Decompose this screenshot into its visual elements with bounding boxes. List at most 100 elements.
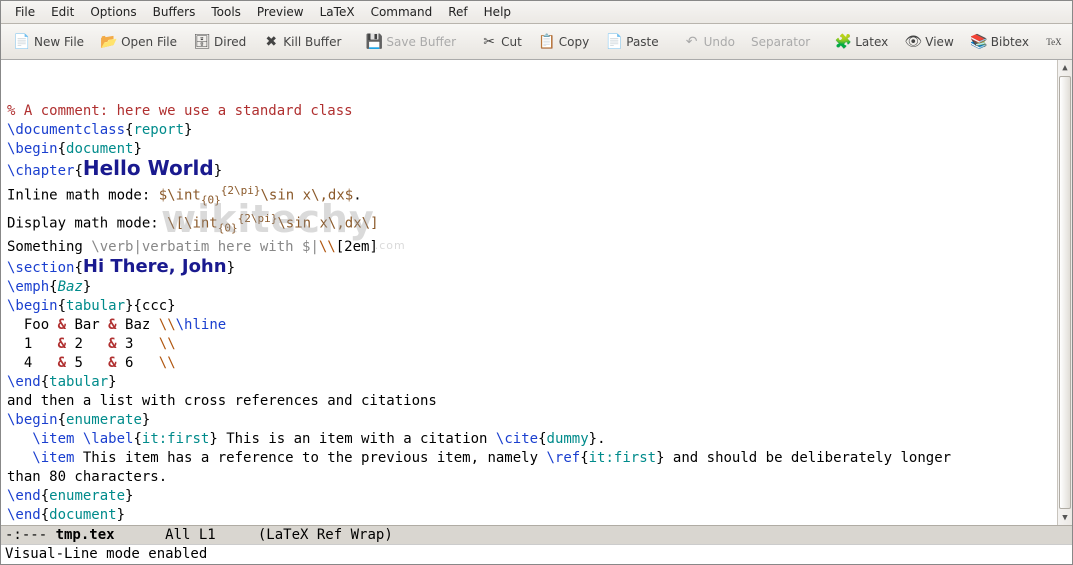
code-text: 4 [7,355,58,371]
menu-latex[interactable]: LaTeX [312,3,363,21]
new-file-button[interactable]: 📄New File [7,29,90,55]
code-text: . [353,188,361,204]
code-kw: \begin [7,141,58,157]
view-icon: 👁 [904,33,922,51]
tex-icon: TeX [1045,33,1063,51]
bibtex-icon: 📚 [970,33,988,51]
menu-command[interactable]: Command [363,3,441,21]
tex-button[interactable]: TeX [1039,29,1069,55]
code-emph: Baz [58,279,83,295]
scroll-thumb[interactable] [1059,76,1071,509]
undo-icon: ↶ [683,33,701,51]
chapter-title: Hello World [83,156,214,180]
code-text: This is an item with a citation [218,431,496,447]
code-kw: \section [7,260,74,276]
code-arg: dummy [547,431,589,447]
dired-icon: 🗄 [193,33,211,51]
code-arg: enumerate [49,488,125,504]
code-text: and should be deliberately longer [665,450,952,466]
view-button[interactable]: 👁View [898,29,959,55]
code-amp: & [108,355,116,371]
menu-preview[interactable]: Preview [249,3,312,21]
code-kw: \hline [176,317,227,333]
menu-buffers[interactable]: Buffers [145,3,204,21]
code-amp: & [58,336,66,352]
latex-button[interactable]: 🧩Latex [828,29,894,55]
code-math-sub: {0} [218,222,238,235]
latex-icon: 🧩 [834,33,852,51]
scroll-down-icon[interactable]: ▼ [1058,510,1072,525]
cut-icon: ✂ [480,33,498,51]
undo-button[interactable]: ↶Undo [677,29,741,55]
code-kw: \emph [7,279,49,295]
code-math: $\int [159,188,201,204]
copy-button[interactable]: 📋Copy [532,29,595,55]
code-kw: \documentclass [7,122,125,138]
bibtex-button[interactable]: 📚Bibtex [964,29,1035,55]
code-arg: tabular [49,374,108,390]
kill-buffer-button[interactable]: ✖Kill Buffer [256,29,347,55]
code-text: Baz [117,317,159,333]
paste-button[interactable]: 📄Paste [599,29,664,55]
code-kw: \ref [546,450,580,466]
menu-edit[interactable]: Edit [43,3,82,21]
code-kw: \end [7,374,41,390]
separator-button: Separator [745,31,816,53]
code-text: {ccc} [133,298,175,314]
code-math-sup: {2\pi} [238,212,278,225]
cut-button[interactable]: ✂Cut [474,29,528,55]
menu-file[interactable]: File [7,3,43,21]
code-amp: & [58,317,66,333]
code-arg: document [49,507,116,523]
dired-button[interactable]: 🗄Dired [187,29,252,55]
code-kw: \cite [496,431,538,447]
save-buffer-button[interactable]: 💾Save Buffer [359,29,462,55]
copy-icon: 📋 [538,33,556,51]
scrollbar[interactable]: ▲ ▼ [1057,60,1072,525]
menu-options[interactable]: Options [82,3,144,21]
menu-ref[interactable]: Ref [440,3,475,21]
code-kw: \begin [7,298,58,314]
code-bsbs: \\ [159,355,176,371]
cut-label: Cut [501,35,522,49]
save-buffer-label: Save Buffer [386,35,456,49]
modeline: -:--- tmp.tex All L1 (LaTeX Ref Wrap) [1,525,1072,544]
code-kw: \\ [319,239,336,255]
code-arg: it:first [589,450,656,466]
code-text: Bar [66,317,108,333]
undo-label: Undo [704,35,735,49]
open-file-button[interactable]: 📂Open File [94,29,183,55]
code-kw: \item [32,450,83,466]
code-kw: \begin [7,412,58,428]
code-text: 2 [66,336,108,352]
code-kw: \label [83,431,134,447]
code-text: 3 [117,336,159,352]
paste-label: Paste [626,35,658,49]
editor-area: wikitechy.com % A comment: here we use a… [1,60,1072,525]
modeline-left: -:--- [5,527,56,543]
modeline-mid: All L1 (LaTeX Ref Wrap) [115,527,393,543]
minibuffer[interactable]: Visual-Line mode enabled [1,544,1072,564]
code-kw: \item [32,431,83,447]
code-math-sub: {0} [201,193,221,206]
code-arg: enumerate [66,412,142,428]
menu-tools[interactable]: Tools [203,3,249,21]
code-text: and then a list with cross references an… [7,393,437,409]
menu-help[interactable]: Help [476,3,519,21]
editor[interactable]: wikitechy.com % A comment: here we use a… [1,60,1057,525]
open-file-icon: 📂 [100,33,118,51]
code-comment: % A comment: here we use a standard clas… [7,103,353,119]
menubar: File Edit Options Buffers Tools Preview … [1,1,1072,24]
code-amp: & [108,317,116,333]
code-text: Inline math mode: [7,188,159,204]
code-arg: tabular [66,298,125,314]
scroll-up-icon[interactable]: ▲ [1058,60,1072,75]
code-text: Display math mode: [7,216,167,232]
code-arg: document [66,141,133,157]
modeline-buffer: tmp.tex [56,527,115,543]
new-file-icon: 📄 [13,33,31,51]
new-file-label: New File [34,35,84,49]
code-text: Something [7,239,91,255]
separator-label: Separator [751,35,810,49]
code-text [7,431,32,447]
